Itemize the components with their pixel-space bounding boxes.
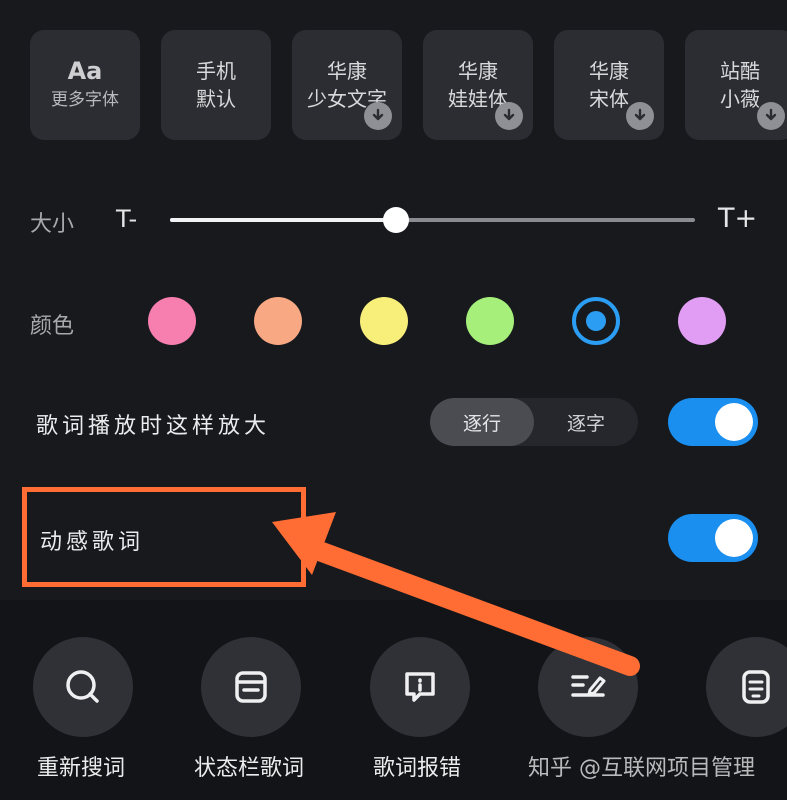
annotation-arrow [272, 512, 640, 676]
